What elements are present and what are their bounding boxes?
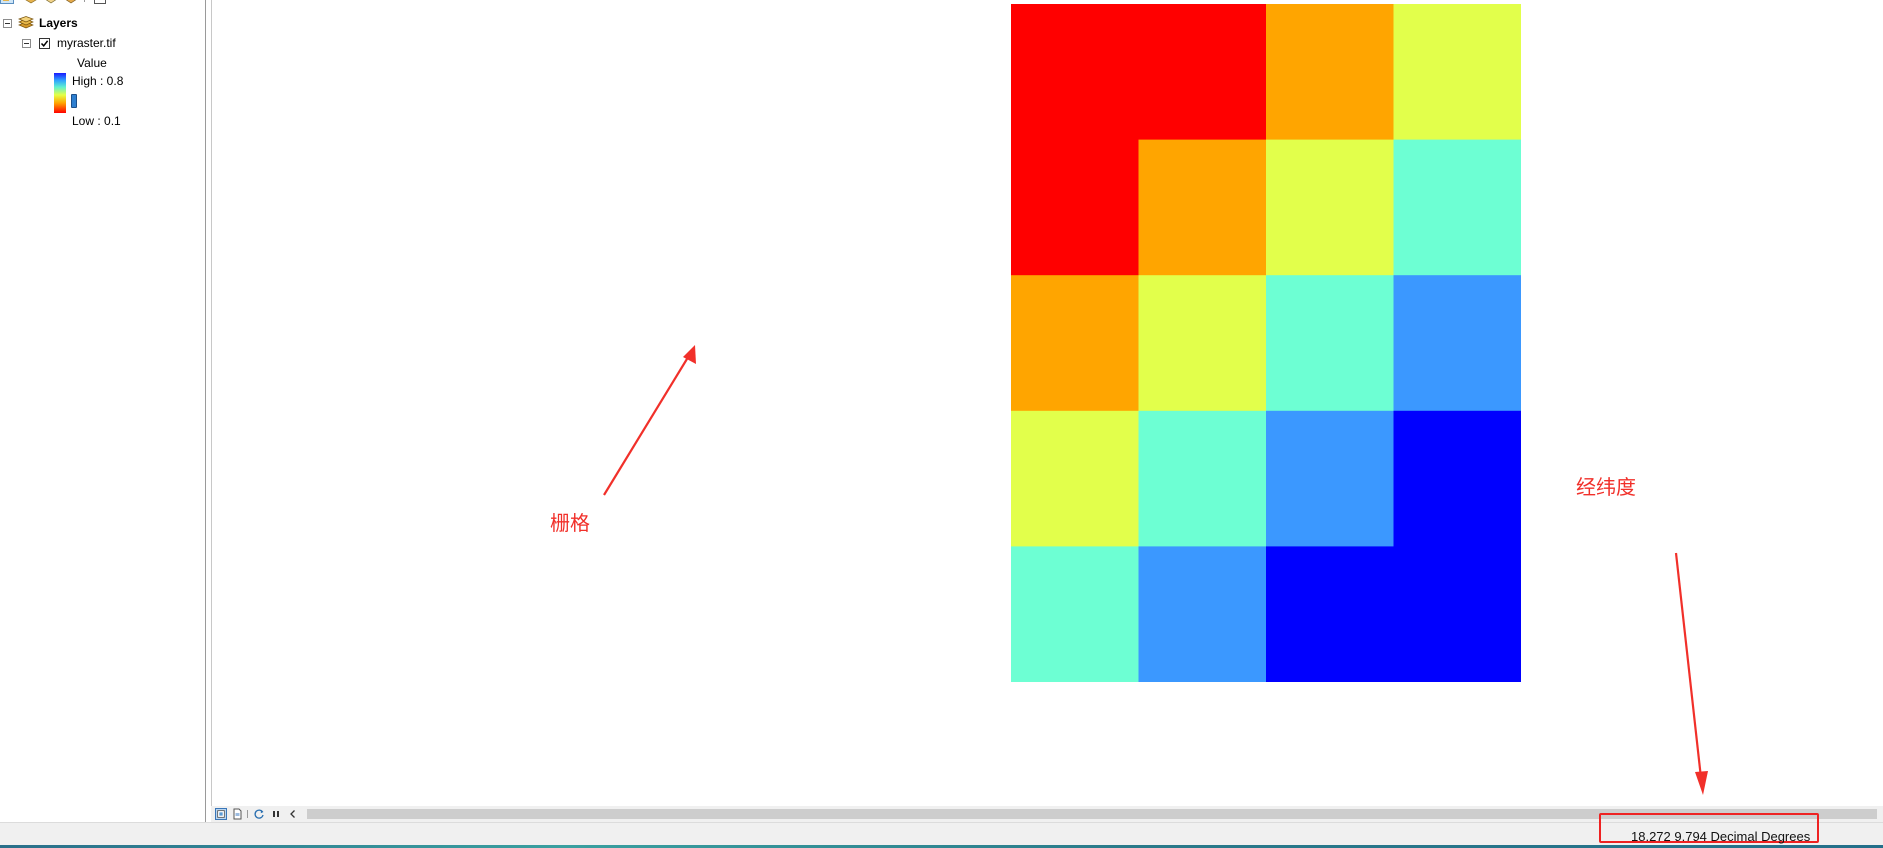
raster-cell (1011, 275, 1139, 412)
raster-cell (1266, 410, 1394, 547)
arcmap-window: Layers myraster.tif Value High : 0.8 Low… (0, 0, 1883, 848)
raster-cell (1138, 4, 1267, 141)
raster-annotation: 栅格 (550, 511, 590, 535)
legend-high-label: High : 0.8 (72, 74, 124, 88)
list-by-visibility-icon[interactable] (44, 0, 58, 4)
raster-cell (1138, 410, 1267, 547)
legend-low-label: Low : 0.1 (72, 114, 121, 128)
raster-cell (1393, 410, 1521, 547)
view-bar-separator (247, 810, 248, 818)
tree-row-layers[interactable]: Layers (0, 15, 200, 31)
coordinate-readout: 18.272 9.794 Decimal Degrees (1631, 829, 1811, 844)
legend-field-label: Value (77, 56, 107, 70)
collapse-layers-toggle[interactable] (3, 19, 12, 28)
raster-cell (1011, 139, 1139, 276)
raster-cell (1266, 275, 1394, 412)
raster-cell (1266, 139, 1394, 276)
raster-cell (1266, 546, 1394, 682)
list-by-drawing-order-icon[interactable] (0, 0, 14, 4)
raster-cell (1138, 139, 1267, 276)
collapse-layer-toggle[interactable] (22, 39, 31, 48)
raster-cell (1393, 4, 1521, 141)
refresh-icon[interactable] (253, 808, 265, 820)
raster-cell (1393, 275, 1521, 412)
layers-root-label: Layers (39, 16, 78, 30)
raster-cell (1011, 546, 1139, 682)
tree-row-myraster[interactable]: myraster.tif (0, 35, 200, 51)
scroll-left-icon[interactable] (287, 808, 299, 820)
list-by-selection-icon[interactable] (64, 0, 78, 4)
legend-marker (71, 94, 77, 108)
coordinate-annotation: 经纬度 (1576, 475, 1636, 499)
raster-cell (1011, 410, 1139, 547)
coordinate-arrow (1674, 552, 1708, 795)
layer-visibility-checkbox[interactable] (39, 38, 50, 49)
raster-cell (1011, 4, 1139, 141)
table-of-contents: Layers myraster.tif Value High : 0.8 Low… (0, 0, 206, 822)
raster-cell (1266, 4, 1394, 141)
toc-toolbar (0, 0, 120, 6)
raster-grid (1011, 4, 1521, 682)
raster-cell (1138, 546, 1267, 682)
layer-name-label[interactable]: myraster.tif (57, 36, 116, 50)
data-view-icon[interactable] (215, 808, 227, 820)
list-by-source-icon[interactable] (24, 0, 38, 4)
layout-view-icon[interactable] (231, 808, 243, 820)
raster-cell (1393, 139, 1521, 276)
legend-color-ramp (54, 73, 66, 113)
pause-drawing-icon[interactable] (270, 808, 282, 820)
map-view[interactable]: 栅格 经纬度 (211, 0, 1883, 806)
raster-cell (1138, 275, 1267, 412)
raster-arrow (603, 345, 696, 496)
toolbar-separator (84, 0, 85, 2)
raster-cell (1393, 546, 1521, 682)
checkmark-icon (40, 40, 49, 47)
layers-icon (18, 16, 34, 29)
options-icon[interactable] (93, 0, 107, 4)
